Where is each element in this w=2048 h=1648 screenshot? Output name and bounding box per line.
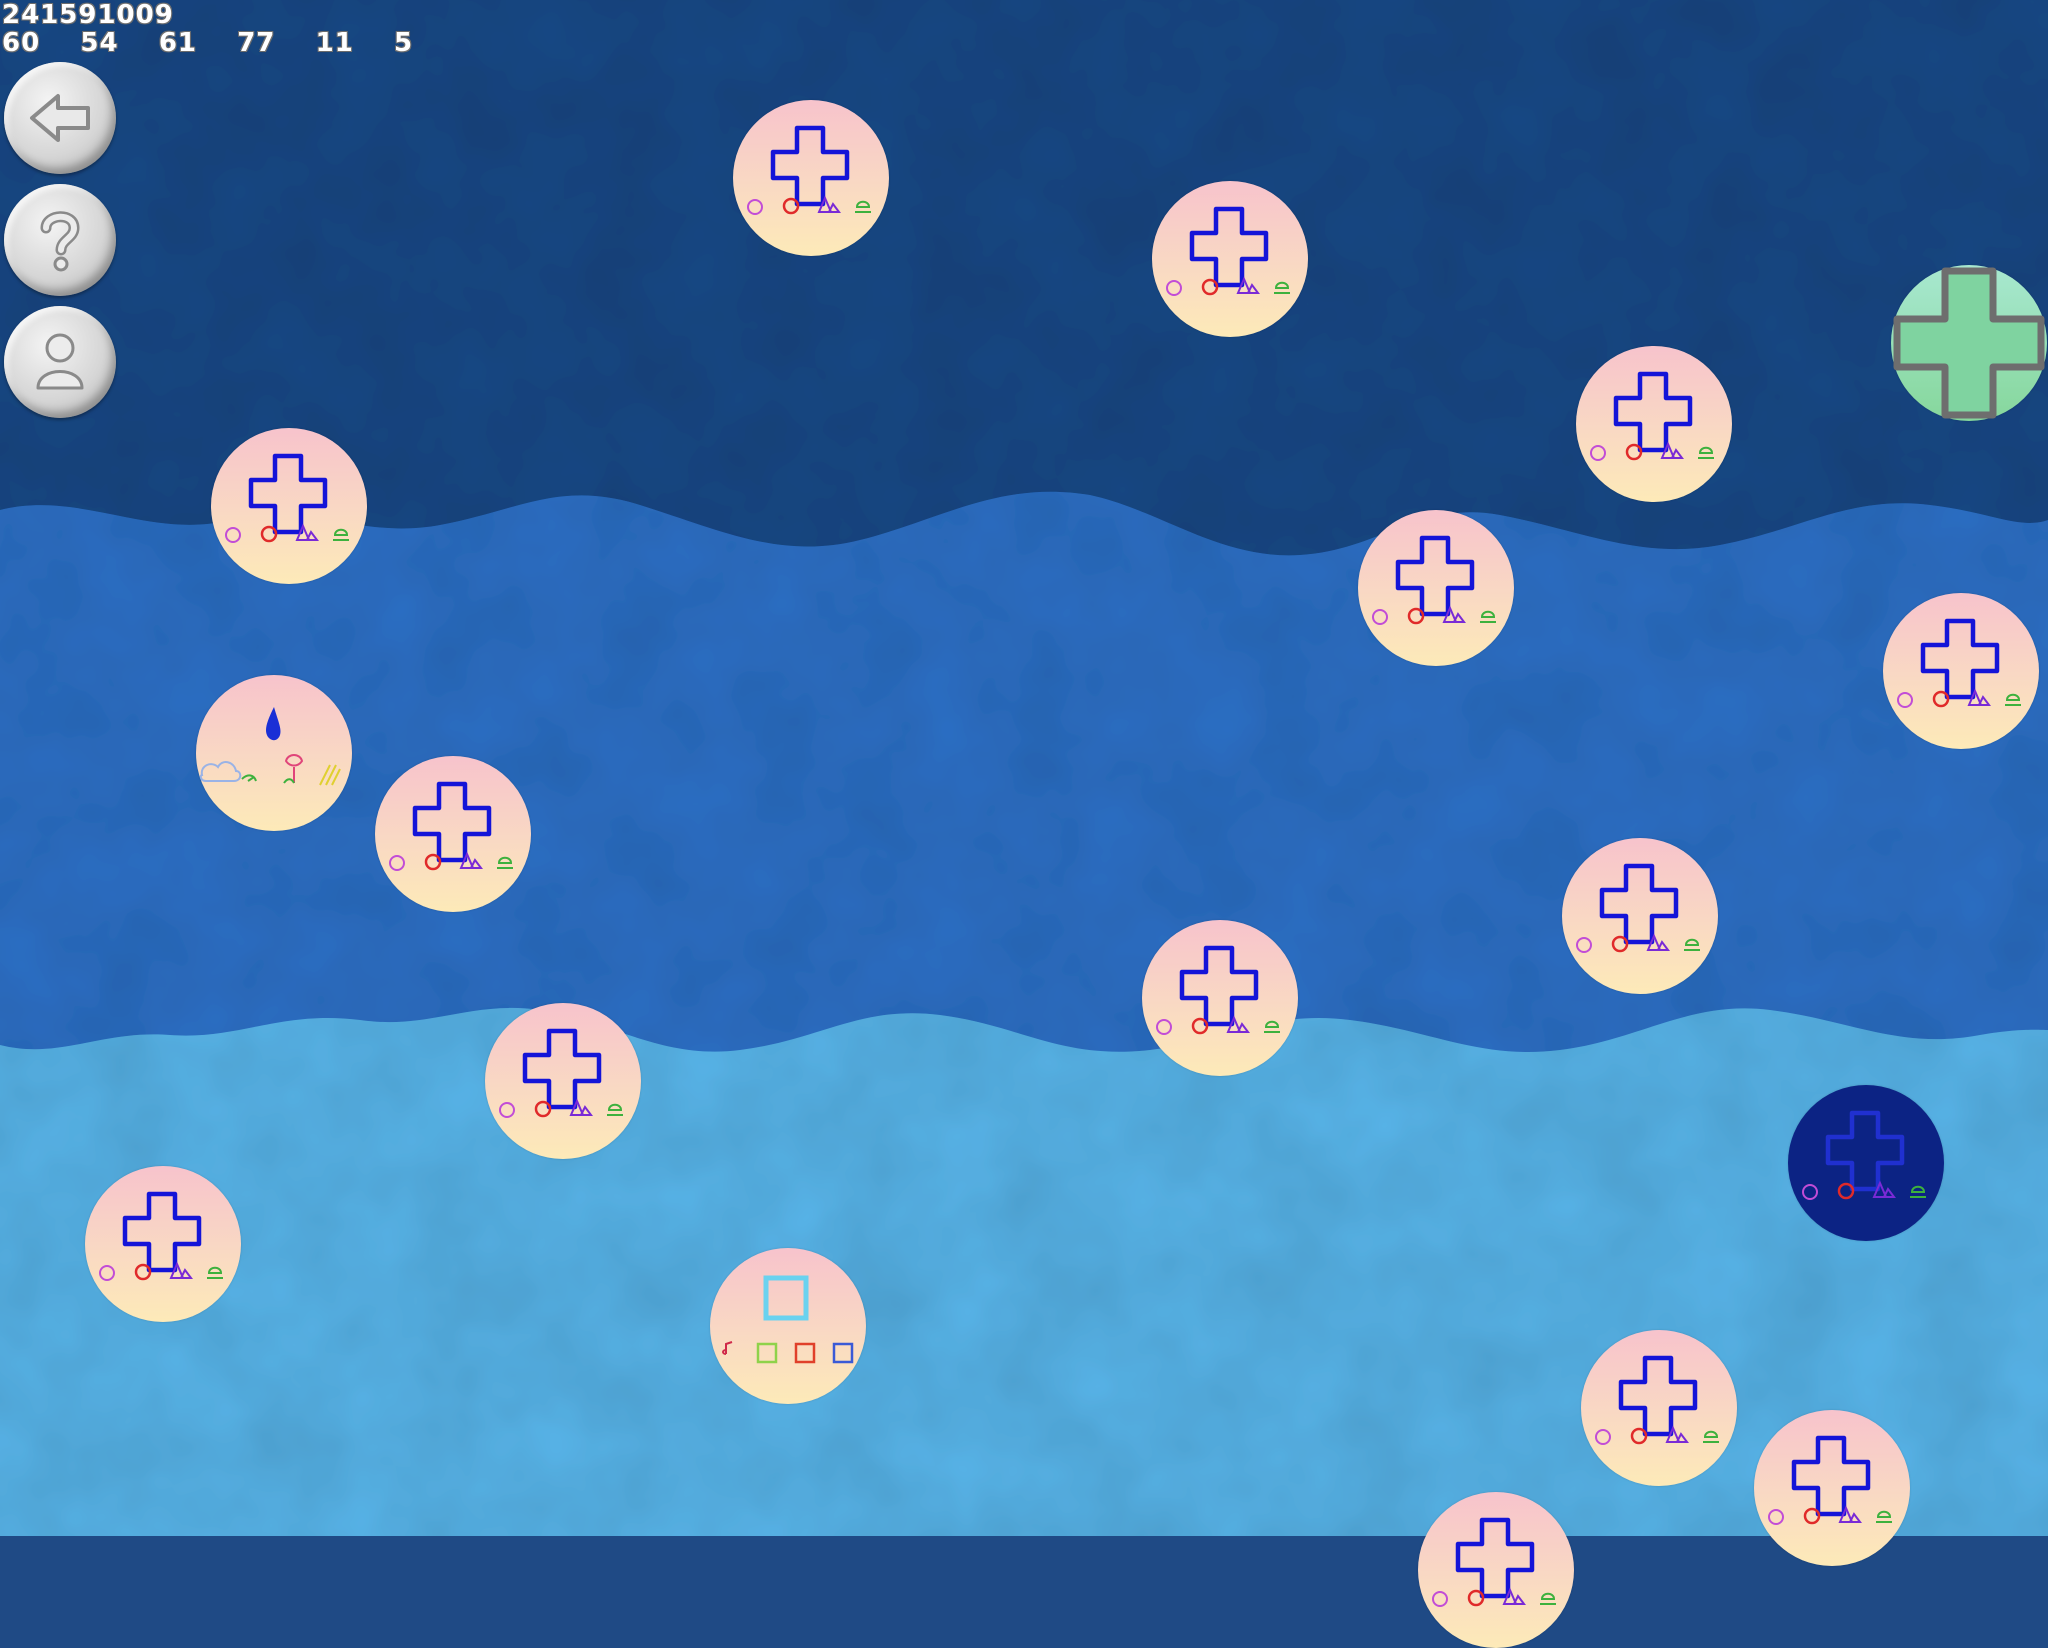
selected-level-bubble[interactable] xyxy=(1788,1085,1944,1241)
level-bubble[interactable] xyxy=(1142,920,1298,1076)
cross-level-icon xyxy=(1897,618,2021,708)
profile-button[interactable] xyxy=(4,306,116,418)
stat-value: 11 xyxy=(315,28,354,58)
level-bubble[interactable] xyxy=(1358,510,1514,666)
level-bubble[interactable] xyxy=(710,1248,866,1404)
level-bubble[interactable] xyxy=(211,428,367,584)
score-display: 241591009 xyxy=(2,0,174,30)
level-bubble[interactable] xyxy=(1562,838,1718,994)
level-bubble[interactable] xyxy=(1152,181,1308,337)
level-bubble[interactable] xyxy=(1581,1330,1737,1486)
level-bubble[interactable] xyxy=(1576,346,1732,502)
cross-level-icon xyxy=(389,781,513,871)
level-bubble[interactable] xyxy=(196,675,352,831)
level-stats: 60 54 61 77 11 5 xyxy=(2,28,413,58)
cross-level-icon xyxy=(225,453,349,543)
cross-level-icon xyxy=(99,1191,223,1281)
cross-level-icon xyxy=(1576,863,1700,953)
level-bubble[interactable] xyxy=(1883,593,2039,749)
cross-level-icon xyxy=(1595,1355,1719,1445)
back-button[interactable] xyxy=(4,62,116,174)
cross-level-icon xyxy=(1432,1517,1556,1607)
cross-level-icon xyxy=(1802,1110,1926,1200)
cross-level-icon xyxy=(1372,535,1496,625)
person-icon xyxy=(36,333,84,390)
cross-level-icon xyxy=(747,125,871,215)
level-bubble[interactable] xyxy=(1418,1492,1574,1648)
help-button[interactable] xyxy=(4,184,116,296)
goal-cross-icon xyxy=(1893,267,2045,419)
shallow-water-band xyxy=(0,1007,2048,1536)
cross-level-icon xyxy=(1590,371,1714,461)
stat-value: 60 xyxy=(2,28,41,58)
stat-value: 54 xyxy=(80,28,119,58)
square-level-icon xyxy=(722,1275,854,1364)
level-bubble[interactable] xyxy=(733,100,889,256)
cross-level-icon xyxy=(499,1028,623,1118)
cross-level-icon xyxy=(1156,945,1280,1035)
question-mark-icon xyxy=(40,211,80,272)
stat-value: 61 xyxy=(158,28,197,58)
level-bubble[interactable] xyxy=(375,756,531,912)
stat-value: 5 xyxy=(394,28,414,58)
level-bubble[interactable] xyxy=(1754,1410,1910,1566)
level-bubble[interactable] xyxy=(485,1003,641,1159)
goal-level-bubble[interactable] xyxy=(1891,265,2047,421)
water-drop-level-icon xyxy=(199,707,341,786)
level-bubble[interactable] xyxy=(85,1166,241,1322)
back-arrow-icon xyxy=(30,94,90,142)
cross-level-icon xyxy=(1166,206,1290,296)
cross-level-icon xyxy=(1768,1435,1892,1525)
stat-value: 77 xyxy=(237,28,276,58)
